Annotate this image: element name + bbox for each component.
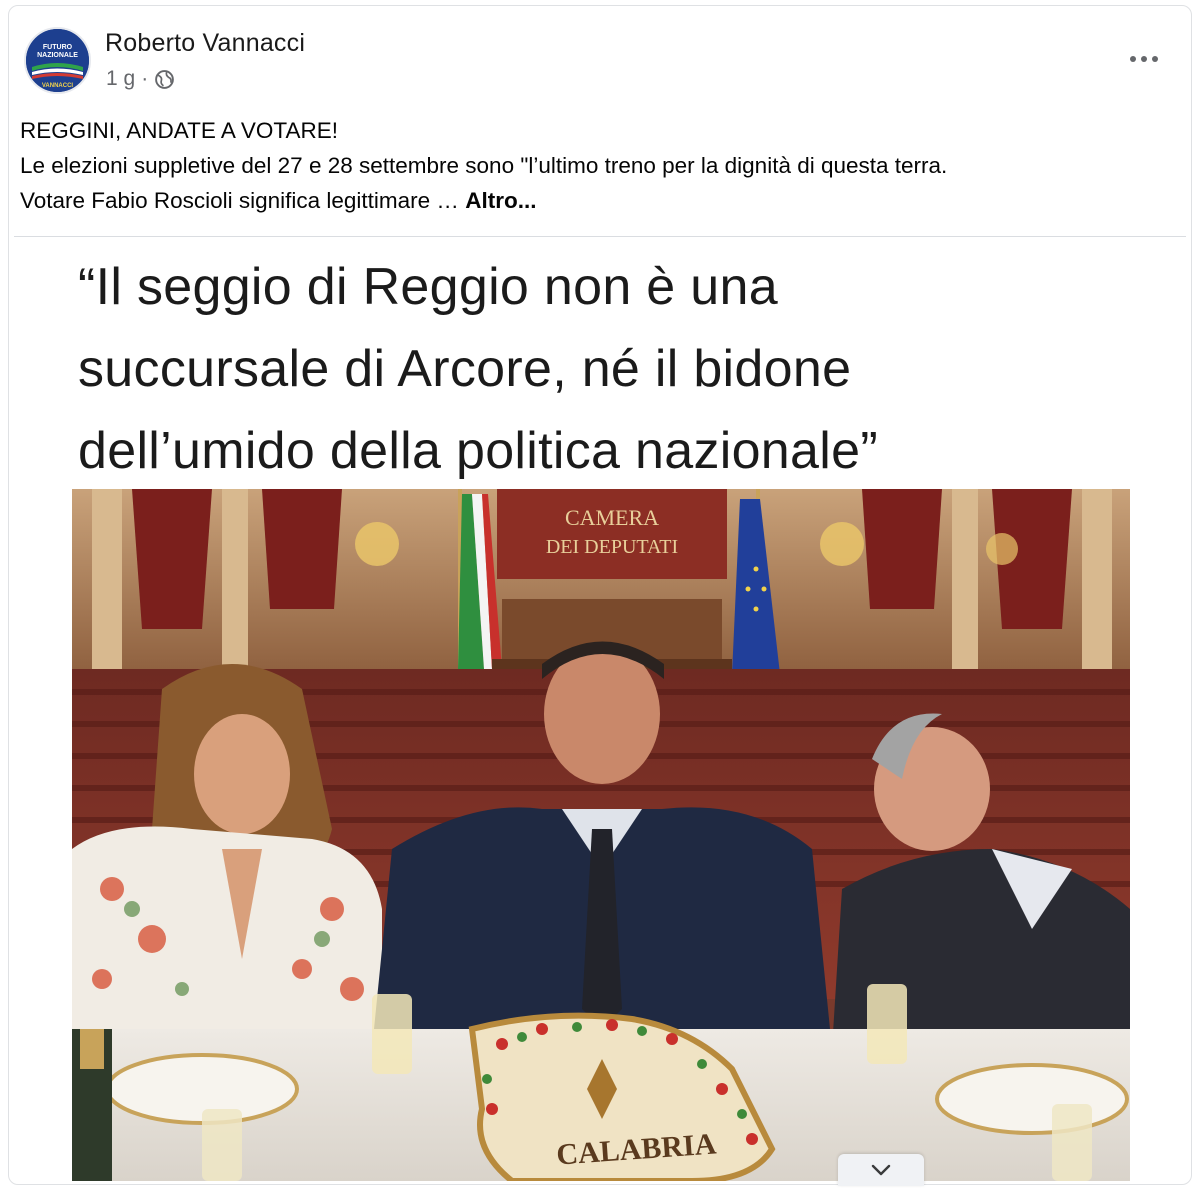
meta-separator: · — [141, 67, 149, 90]
chamber-sign-line2: DEI DEPUTATI — [546, 536, 678, 558]
post-photo[interactable]: CAMERA DEI DEPUTATI CALABRIA — [72, 489, 1130, 1181]
more-horizontal-icon[interactable] — [1124, 47, 1164, 71]
post-text: REGGINI, ANDATE A VOTARE! Le elezioni su… — [20, 113, 1180, 218]
headline-line: succursale di Arcore, né il bidone — [78, 340, 852, 398]
avatar-text-line2: NAZIONALE — [37, 52, 78, 59]
post-divider — [14, 236, 1186, 237]
image-headline: “Il seggio di Reggio non è una succursal… — [78, 246, 1158, 492]
avatar-text-line1: FUTURO — [43, 44, 73, 51]
post-text-line: REGGINI, ANDATE A VOTARE! — [20, 118, 338, 143]
post-meta: 1 g · — [106, 66, 175, 92]
see-more-link[interactable]: Altro... — [465, 188, 536, 213]
author-avatar[interactable]: FUTURO NAZIONALE VANNACCI — [24, 27, 91, 94]
facebook-post: FUTURO NAZIONALE VANNACCI Roberto Vannac… — [0, 0, 1200, 1189]
chevron-down-icon — [871, 1164, 891, 1176]
author-name[interactable]: Roberto Vannacci — [105, 29, 305, 58]
globe-icon[interactable] — [154, 69, 175, 90]
post-text-truncated: Votare Fabio Roscioli significa legittim… — [20, 188, 466, 213]
chamber-illustration: CAMERA DEI DEPUTATI CALABRIA — [72, 489, 1130, 1181]
chamber-sign-line1: CAMERA — [565, 505, 659, 530]
expand-photo-button[interactable] — [838, 1154, 924, 1186]
headline-line: dell’umido della politica nazionale” — [78, 422, 878, 480]
more-dot — [1141, 56, 1147, 62]
more-dot — [1152, 56, 1158, 62]
more-dot — [1130, 56, 1136, 62]
avatar-text-line3: VANNACCI — [42, 83, 74, 89]
post-text-line: Le elezioni suppletive del 27 e 28 sette… — [20, 153, 948, 178]
headline-line: “Il seggio di Reggio non è una — [78, 258, 778, 316]
post-timestamp[interactable]: 1 g — [106, 67, 135, 91]
post-text-line: Votare Fabio Roscioli significa legittim… — [20, 183, 1180, 218]
avatar-logo: FUTURO NAZIONALE VANNACCI — [26, 29, 89, 92]
